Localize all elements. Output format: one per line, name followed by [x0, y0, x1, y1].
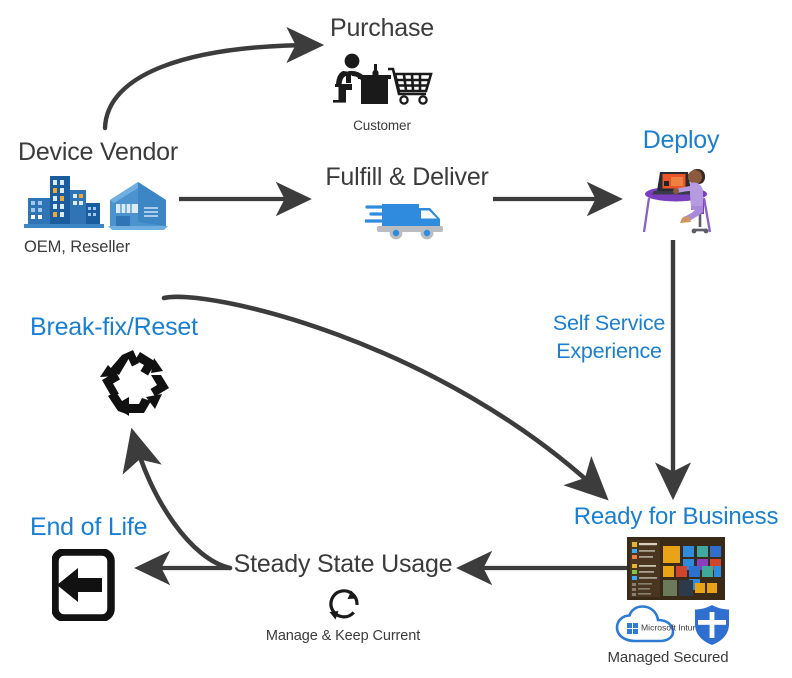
ready-for-business-caption: Managed Secured [607, 649, 729, 666]
steady-state-usage-caption: Manage & Keep Current [265, 628, 421, 644]
person-at-desk-laptop-icon [638, 160, 724, 245]
recycle-icon [99, 349, 173, 422]
windows-start-screen-icon [627, 537, 725, 605]
office-buildings-warehouse-icon [22, 170, 174, 237]
security-shield-icon [693, 604, 731, 651]
steady-state-usage-title: Steady State Usage [233, 550, 453, 578]
purchase-title: Purchase [329, 14, 435, 42]
customer-shopping-cart-icon [330, 50, 434, 113]
deploy-title: Deploy [642, 126, 720, 154]
break-fix-reset-title: Break-fix/Reset [30, 313, 198, 341]
intune-logo-text: Microsoft Intune [641, 623, 699, 633]
diagram-canvas: Device Vendor OEM, Reseller Purchase Cus… [0, 0, 792, 678]
end-of-life-title: End of Life [30, 513, 148, 541]
self-service-line1: Self Service [552, 311, 666, 335]
device-retire-arrow-icon [51, 548, 116, 626]
edge-label-self-service-experience: Self Service Experience [545, 310, 673, 365]
arrow-vendor-to-purchase [102, 26, 325, 131]
sync-refresh-icon [325, 588, 361, 627]
microsoft-intune-cloud-icon: Microsoft Intune [615, 605, 702, 650]
purchase-caption: Customer [353, 118, 411, 133]
device-vendor-title: Device Vendor [18, 138, 178, 166]
device-vendor-caption: OEM, Reseller [24, 238, 130, 256]
fulfill-deliver-title: Fulfill & Deliver [325, 163, 489, 191]
delivery-truck-icon [363, 197, 449, 246]
ready-for-business-title: Ready for Business [573, 503, 779, 530]
arrow-steady-to-breakfix [122, 427, 233, 571]
arrow-breakfix-to-ready [161, 294, 609, 501]
self-service-line2: Experience [556, 338, 662, 363]
